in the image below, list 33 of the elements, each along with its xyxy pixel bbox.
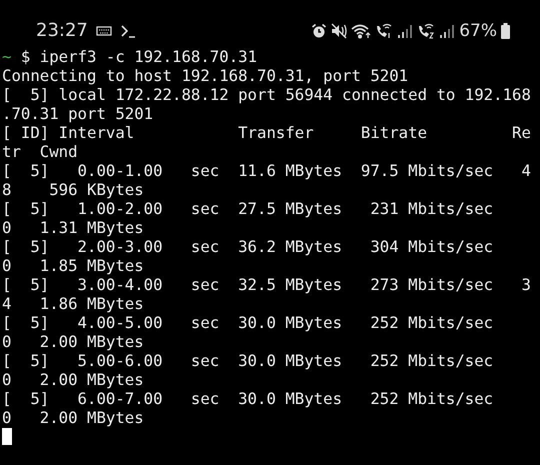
terminal-output: 0 1.31 MBytes	[2, 218, 144, 237]
mute-icon	[331, 22, 348, 38]
terminal-output: 8 596 KBytes	[2, 180, 144, 199]
wifi-calling-icon	[417, 22, 436, 38]
terminal-cursor	[2, 428, 12, 445]
terminal-output: [ 5] 0.00-1.00 sec 11.6 MBytes 97.5 Mbits/sec 4	[2, 161, 531, 180]
terminal-output: [ 5] 6.00-7.00 sec 30.0 MBytes 252 Mbits/sec	[2, 389, 494, 408]
battery-icon	[501, 22, 510, 38]
terminal-output: [ 5] 3.00-4.00 sec 32.5 MBytes 273 Mbits/sec 3	[2, 275, 531, 294]
terminal-output: .70.31 port 5201	[2, 104, 154, 123]
prompt-symbol: ~	[2, 47, 12, 66]
command-line: $ iperf3 -c 192.168.70.31	[20, 47, 258, 66]
terminal-output: tr Cwnd	[2, 142, 78, 161]
wifi-icon	[351, 22, 372, 38]
terminal-output: [ 5] 4.00-5.00 sec 30.0 MBytes 252 Mbits/sec	[2, 313, 494, 332]
terminal-output: Connecting to host 192.168.70.31, port 5201	[2, 66, 408, 85]
terminal-output: [ 5] 5.00-6.00 sec 30.0 MBytes 252 Mbits/sec	[2, 351, 494, 370]
terminal-output: 0 2.00 MBytes	[2, 332, 144, 351]
terminal-output: 0 2.00 MBytes	[2, 408, 144, 427]
terminal-output: 0 1.85 MBytes	[2, 256, 144, 275]
terminal-output: [ 5] local 172.22.88.12 port 56944 connected to 192.168	[2, 85, 531, 104]
signal-icon	[439, 22, 456, 38]
terminal-output: [ 5] 2.00-3.00 sec 36.2 MBytes 304 Mbits/sec	[2, 237, 494, 256]
wifi-calling-icon	[375, 22, 394, 38]
terminal-output: 0 2.00 MBytes	[2, 370, 144, 389]
clock-time: 23:27	[36, 20, 88, 41]
alarm-icon	[311, 22, 328, 38]
terminal-icon	[120, 22, 136, 38]
battery-percent: 67%	[459, 20, 497, 40]
terminal-output: 4 1.86 MBytes	[2, 294, 144, 313]
terminal-output: [ ID] Interval Transfer Bitrate Re	[2, 123, 531, 142]
terminal-output: [ 5] 1.00-2.00 sec 27.5 MBytes 231 Mbits/sec	[2, 199, 494, 218]
signal-icon	[397, 22, 414, 38]
